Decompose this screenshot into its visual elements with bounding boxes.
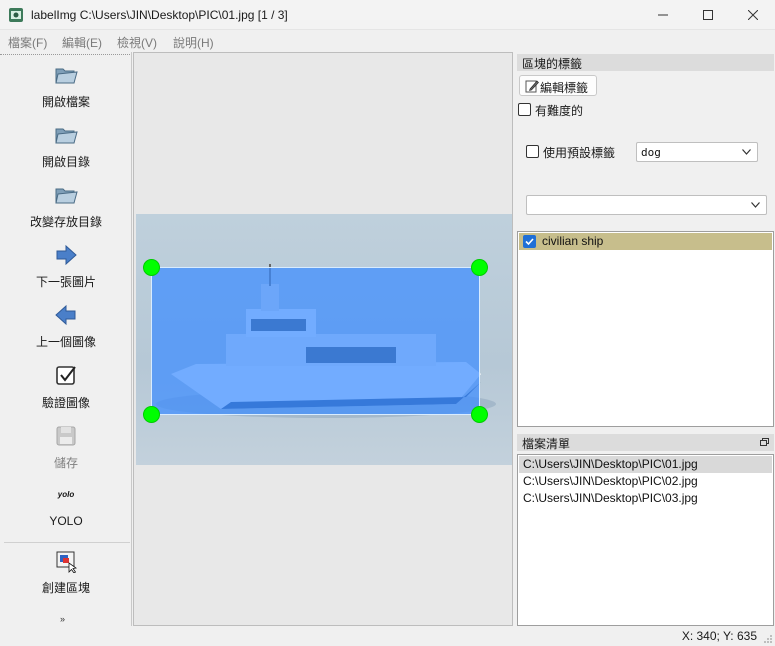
open-folder-icon [55, 128, 78, 144]
create-box-label: 創建區塊 [41, 581, 90, 595]
change-save-dir-button[interactable]: 改變存放目錄 [2, 183, 130, 239]
label-text: civilian ship [542, 234, 604, 248]
toolbar-separator [4, 542, 130, 543]
file-list-title: 檔案清單 [517, 434, 774, 451]
float-window-icon[interactable] [760, 438, 769, 446]
bbox-handle-bottom-left[interactable] [143, 406, 160, 423]
yolo-format-button[interactable]: yolo YOLO [2, 484, 130, 540]
image-canvas[interactable] [133, 52, 513, 626]
floppy-disk-icon [56, 426, 76, 446]
menu-view[interactable]: 檢視(V) [117, 34, 157, 51]
maximize-icon [703, 10, 713, 20]
bbox-handle-bottom-right[interactable] [471, 406, 488, 423]
open-file-label: 開啟檔案 [41, 95, 90, 109]
arrow-left-icon [55, 304, 76, 326]
pencil-icon [525, 80, 539, 93]
difficult-label: 有難度的 [535, 104, 584, 118]
open-dir-button[interactable]: 開啟目錄 [2, 123, 130, 179]
title-bar: labelImg C:\Users\JIN\Desktop\PIC\01.jpg… [0, 0, 775, 30]
toolbar-more-chevron-icon[interactable]: » [60, 614, 65, 624]
change-save-dir-label: 改變存放目錄 [29, 215, 102, 229]
default-label-checkbox[interactable] [526, 145, 539, 158]
menu-help[interactable]: 說明(H) [173, 34, 214, 51]
default-label-text: 使用預設標籤 [543, 146, 616, 160]
status-bar: X: 340; Y: 635 [0, 626, 775, 646]
label-list[interactable]: civilian ship [517, 231, 774, 427]
save-button[interactable]: 儲存 [2, 424, 130, 480]
bbox-handle-top-right[interactable] [471, 259, 488, 276]
open-file-button[interactable]: 開啟檔案 [2, 63, 130, 119]
open-folder-icon [55, 68, 78, 84]
default-label-value: dog [641, 146, 661, 159]
size-grip-icon[interactable] [763, 634, 773, 644]
file-list-item[interactable]: C:\Users\JIN\Desktop\PIC\01.jpg [519, 456, 772, 473]
check-icon [525, 238, 534, 246]
toolbar: 開啟檔案 開啟目錄 改變存放目錄 下一張圖片 上一個圖像 驗證圖像 儲存 yol… [0, 52, 132, 626]
cursor-coordinates: X: 340; Y: 635 [681, 629, 757, 643]
close-icon [748, 10, 758, 20]
open-folder-icon [55, 188, 78, 204]
file-list-item[interactable]: C:\Users\JIN\Desktop\PIC\02.jpg [519, 473, 772, 490]
next-image-button[interactable]: 下一張圖片 [2, 243, 130, 299]
difficult-checkbox[interactable] [518, 103, 531, 116]
minimize-icon [658, 14, 668, 16]
maximize-button[interactable] [685, 0, 731, 30]
edit-label-button[interactable]: 編輯標籤 [519, 75, 597, 96]
close-button[interactable] [730, 0, 775, 30]
arrow-right-icon [56, 244, 77, 266]
next-image-label: 下一張圖片 [35, 275, 96, 289]
verify-image-label: 驗證圖像 [41, 396, 90, 410]
prev-image-label: 上一個圖像 [35, 335, 96, 349]
menu-file[interactable]: 檔案(F) [8, 34, 47, 51]
check-box-icon [56, 366, 76, 385]
ship-image [136, 214, 512, 465]
window-title: labelImg C:\Users\JIN\Desktop\PIC\01.jpg… [31, 8, 288, 22]
chevron-down-icon [742, 149, 751, 155]
open-dir-label: 開啟目錄 [41, 155, 90, 169]
default-label-dropdown[interactable]: dog [636, 142, 758, 162]
label-list-item[interactable]: civilian ship [519, 233, 772, 250]
app-icon [9, 8, 23, 22]
checked-checkbox[interactable] [523, 235, 536, 248]
toolbar-grip[interactable] [0, 54, 130, 56]
file-list[interactable]: C:\Users\JIN\Desktop\PIC\01.jpg C:\Users… [517, 454, 774, 626]
right-panel: 區塊的標籤 編輯標籤 有難度的 使用預設標籤 dog civilian ship… [514, 52, 775, 626]
label-filter-dropdown[interactable] [526, 195, 767, 215]
yolo-format-label: YOLO [49, 514, 83, 528]
edit-label-text: 編輯標籤 [540, 81, 589, 95]
save-label: 儲存 [53, 456, 78, 470]
menu-bar: 檔案(F) 編輯(E) 檢視(V) 說明(H) [0, 31, 775, 52]
yolo-format-icon: yolo [57, 490, 75, 499]
create-box-button[interactable]: 創建區塊 [2, 549, 130, 605]
file-list-item[interactable]: C:\Users\JIN\Desktop\PIC\03.jpg [519, 490, 772, 507]
prev-image-button[interactable]: 上一個圖像 [2, 303, 130, 359]
bbox-handle-top-left[interactable] [143, 259, 160, 276]
bounding-box[interactable] [151, 267, 480, 415]
minimize-button[interactable] [640, 0, 686, 30]
create-box-icon [56, 551, 78, 573]
file-list-title-text: 檔案清單 [522, 437, 571, 451]
chevron-down-icon [751, 202, 760, 208]
box-labels-title: 區塊的標籤 [517, 54, 774, 71]
verify-image-button[interactable]: 驗證圖像 [2, 364, 130, 420]
menu-edit[interactable]: 編輯(E) [62, 34, 102, 51]
